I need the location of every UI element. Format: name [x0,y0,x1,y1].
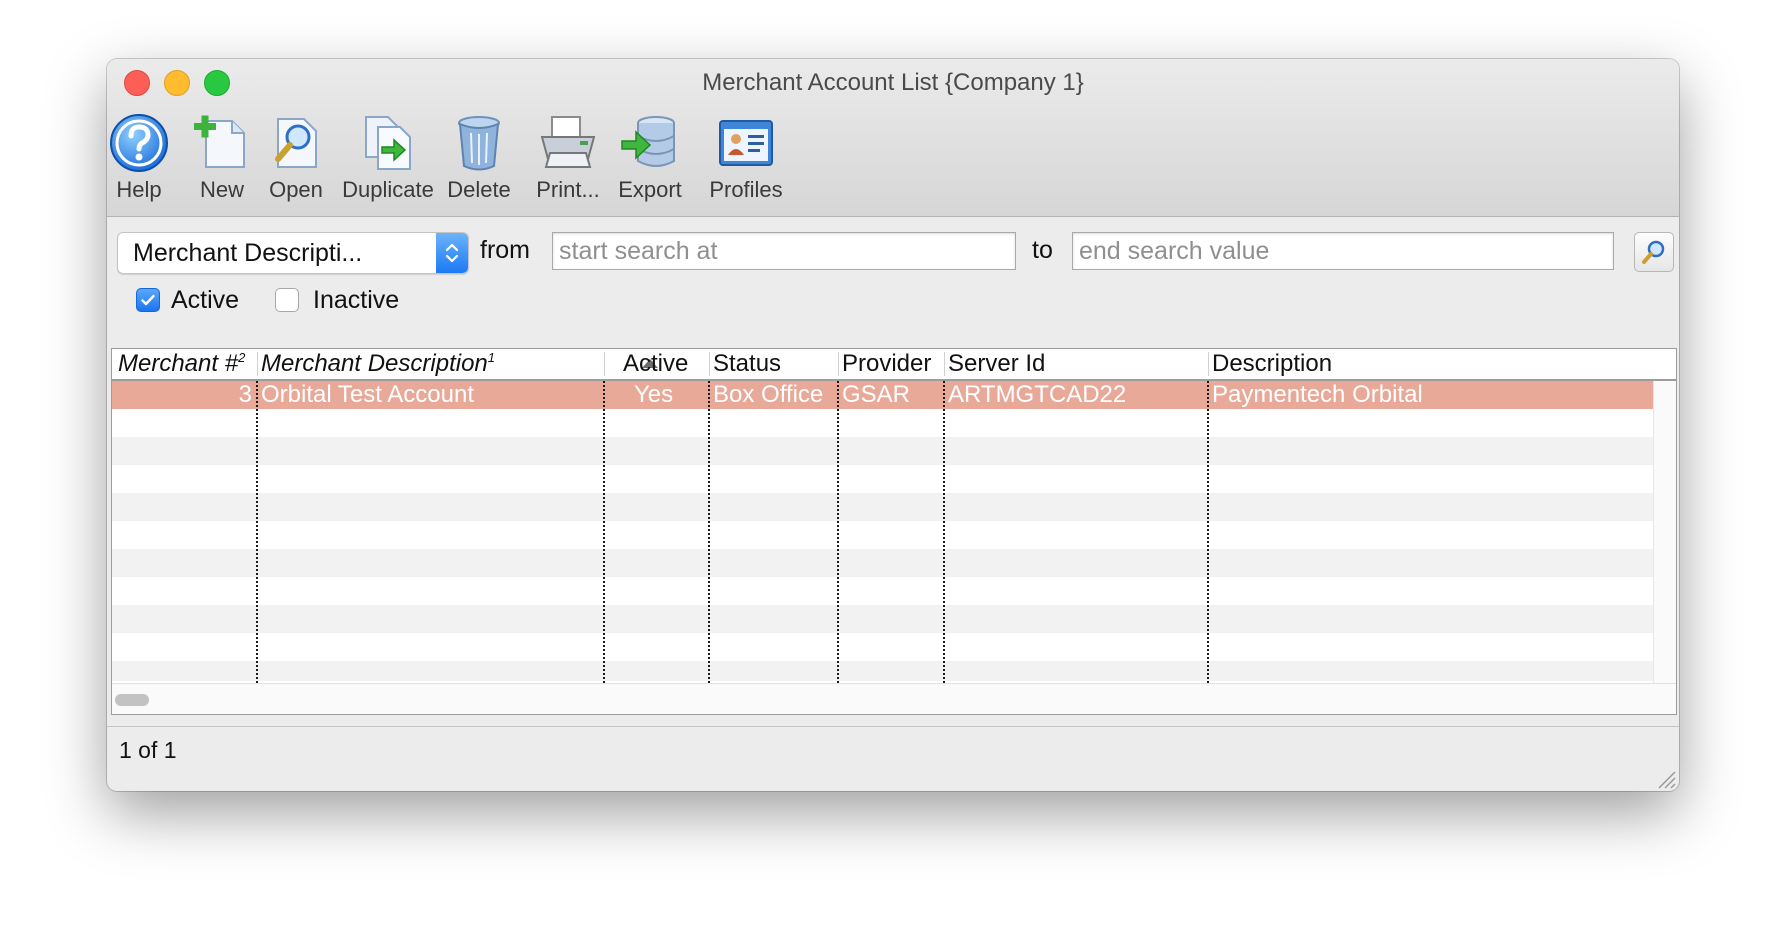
window-title: Merchant Account List {Company 1} [702,69,1084,96]
export-button[interactable]: Export [614,111,686,211]
cell-description: Paymentech Orbital [1212,381,1423,408]
table-header: Merchant #2 Merchant Description1 Active… [112,349,1676,381]
column-line [943,381,945,683]
merchant-account-table: Merchant #2 Merchant Description1 Active… [111,348,1677,715]
record-count: 1 of 1 [119,737,177,763]
column-divider [944,352,945,376]
merchant-account-list-window: Merchant Account List {Company 1} Help N… [107,59,1679,791]
checkmark-icon [141,294,155,306]
resize-grip-icon[interactable] [1653,766,1677,790]
search-bar: Merchant Descripti... from to [107,232,1679,278]
search-field-select-value: Merchant Descripti... [133,239,363,267]
inactive-checkbox[interactable] [275,288,299,312]
inactive-checkbox-label: Inactive [313,286,400,314]
new-button[interactable]: New [194,111,247,211]
cell-merchant-description: Orbital Test Account [261,381,474,408]
start-search-input[interactable] [552,232,1016,270]
export-database-icon [621,116,675,167]
column-header-server-id[interactable]: Server Id [948,349,1208,379]
horizontal-scrollbar[interactable] [112,683,1676,714]
duplicate-label: Duplicate [342,177,434,202]
print-button[interactable]: Print... [532,111,604,211]
select-arrows-icon [436,233,468,273]
empty-row [112,577,1653,605]
to-label: to [1032,236,1053,264]
profiles-button[interactable]: Profiles [701,111,791,211]
status-filter: Active Inactive [107,283,1679,319]
duplicate-icon [365,116,411,170]
column-divider [709,352,710,376]
new-label: New [199,177,244,202]
duplicate-button[interactable]: Duplicate [338,111,438,211]
vertical-scrollbar[interactable] [1653,381,1676,683]
column-header-status[interactable]: Status [713,349,838,379]
column-header-merchant-no[interactable]: Merchant #2 [118,349,258,379]
column-line [603,381,605,683]
empty-row [112,409,1653,437]
cell-provider: GSAR [842,381,911,408]
help-icon [110,114,168,172]
table-body: 3 Orbital Test Account Yes Box Office GS… [112,381,1653,681]
profiles-card-icon [719,120,773,166]
trash-icon [458,116,500,171]
column-divider [838,352,839,376]
open-magnifier-icon [275,118,317,168]
delete-button[interactable]: Delete [443,111,515,211]
column-header-merchant-description[interactable]: Merchant Description1 [261,349,601,379]
empty-row [112,521,1653,549]
horizontal-scroll-thumb[interactable] [115,694,149,706]
export-label: Export [618,177,682,202]
column-line [1207,381,1209,683]
cell-server-id: ARTMGTCAD22 [948,381,1127,408]
help-label: Help [116,177,162,202]
cell-merchant-no: 3 [238,381,252,408]
table-row[interactable]: 3 Orbital Test Account Yes Box Office GS… [112,381,1653,409]
end-search-input[interactable] [1072,232,1614,270]
print-label: Print... [536,177,600,202]
from-label: from [480,236,530,264]
window-toolbar: Merchant Account List {Company 1} Help N… [107,59,1679,217]
delete-label: Delete [447,177,511,202]
sort-order-merchant-no: 2 [238,350,246,365]
empty-row [112,605,1653,633]
active-checkbox-label: Active [171,286,240,314]
active-checkbox[interactable] [136,288,160,312]
search-button[interactable] [1634,232,1674,272]
search-field-select[interactable]: Merchant Descripti... [117,232,469,274]
cell-status: Box Office [713,381,824,408]
status-bar: 1 of 1 [107,726,1679,791]
open-button[interactable]: Open [268,111,324,211]
empty-row [112,437,1653,465]
column-header-description[interactable]: Description [1212,349,1512,379]
column-header-active[interactable]: Active [623,349,713,379]
column-line [837,381,839,683]
column-divider [257,352,258,376]
empty-row [112,549,1653,577]
column-header-provider[interactable]: Provider [842,349,946,379]
open-label: Open [269,177,323,202]
column-divider [1208,352,1209,376]
sort-order-merchant-description: 1 [487,350,495,365]
help-button[interactable]: Help [110,111,168,211]
column-divider [604,352,605,376]
new-document-icon [194,115,245,168]
empty-row [112,493,1653,521]
empty-row [112,661,1653,681]
column-line [708,381,710,683]
printer-icon [540,116,596,168]
cell-active: Yes [634,381,674,408]
empty-row [112,465,1653,493]
profiles-label: Profiles [709,177,783,202]
column-line [256,381,258,683]
search-icon [1642,240,1665,264]
empty-row [112,633,1653,661]
